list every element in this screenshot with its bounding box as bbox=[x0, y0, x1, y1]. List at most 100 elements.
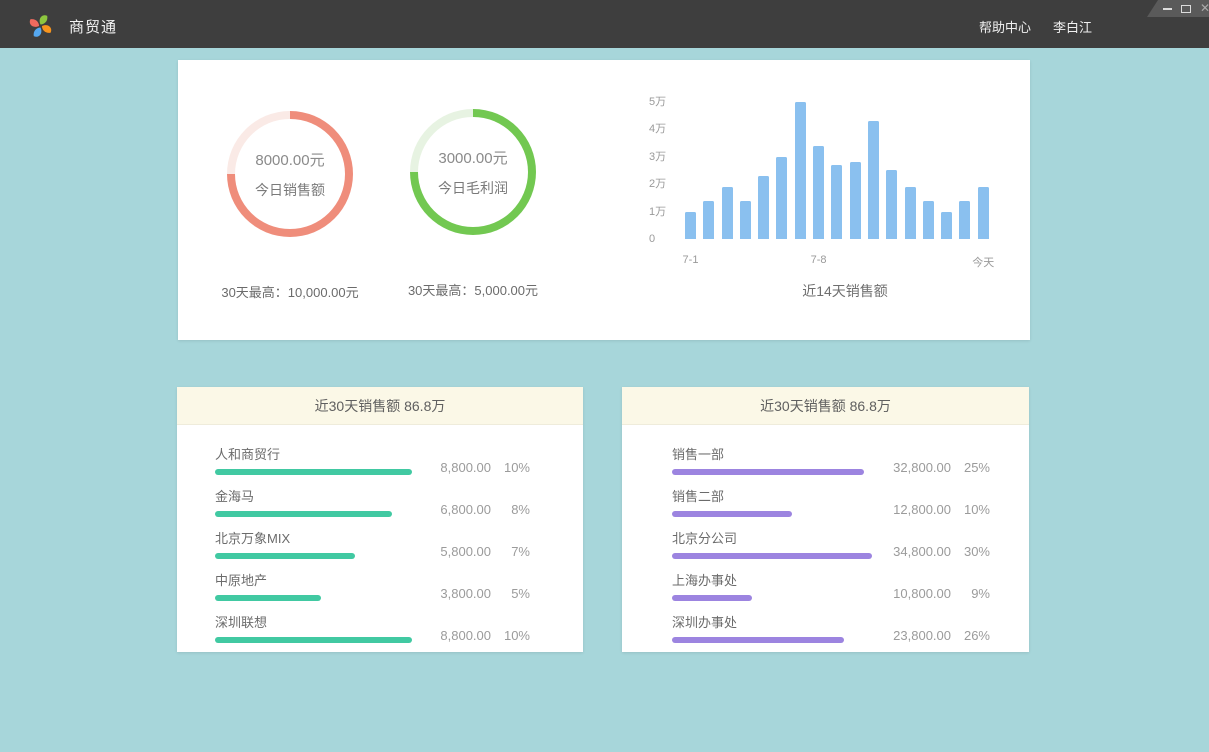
rank-row-left: 上海办事处 bbox=[672, 570, 872, 601]
bar bbox=[740, 201, 751, 240]
today-profit-gauge: 3000.00元 今日毛利润 30天最高：5,000.00元 bbox=[363, 109, 583, 299]
rank-bar bbox=[672, 595, 752, 601]
bar-chart-plot bbox=[685, 85, 989, 239]
rank-row: 人和商贸行8,800.0010% bbox=[177, 444, 583, 475]
rank-bar bbox=[672, 511, 792, 517]
rank-percent: 8% bbox=[502, 502, 530, 517]
rank-value: 8,800.00 bbox=[427, 628, 491, 643]
rank-percent: 26% bbox=[962, 628, 990, 643]
bar bbox=[722, 187, 733, 239]
y-axis-tick: 2万 bbox=[649, 177, 666, 191]
rank-figures: 10,800.009% bbox=[887, 586, 990, 601]
rank-row-left: 金海马 bbox=[215, 486, 412, 517]
y-axis-tick: 0 bbox=[649, 232, 655, 246]
x-axis-tick: 7-8 bbox=[811, 254, 827, 266]
bar bbox=[685, 212, 696, 240]
rank-row: 深圳联想 8,800.0010% bbox=[177, 612, 583, 643]
bar bbox=[795, 102, 806, 240]
bar bbox=[868, 121, 879, 239]
app-title: 商贸通 bbox=[69, 16, 117, 37]
rank-value: 23,800.00 bbox=[887, 628, 951, 643]
rank-row-left: 中原地产 bbox=[215, 570, 412, 601]
rank-percent: 10% bbox=[502, 460, 530, 475]
rank-bar bbox=[672, 553, 872, 559]
bar bbox=[776, 157, 787, 240]
titlebar: 商贸通 帮助中心 李白江 ✕ bbox=[0, 0, 1209, 48]
rank-label: 金海马 bbox=[215, 486, 412, 505]
minimize-icon[interactable] bbox=[1163, 3, 1172, 14]
rank-row: 金海马 6,800.00 8% bbox=[177, 486, 583, 517]
profit-30day-max: 30天最高：5,000.00元 bbox=[363, 280, 583, 299]
rank-figures: 8,800.0010% bbox=[427, 628, 530, 643]
rank-value: 34,800.00 bbox=[887, 544, 951, 559]
rank-label: 深圳办事处 bbox=[672, 612, 872, 631]
help-center-link[interactable]: 帮助中心 bbox=[979, 17, 1031, 36]
rank-figures: 34,800.00 30% bbox=[887, 544, 990, 559]
rank-bar bbox=[672, 637, 844, 643]
bar bbox=[941, 212, 952, 240]
rank-row: 上海办事处 10,800.009% bbox=[622, 570, 1029, 601]
rank-label: 销售二部 bbox=[672, 486, 872, 505]
rank-figures: 6,800.00 8% bbox=[427, 502, 530, 517]
rank-percent: 30% bbox=[962, 544, 990, 559]
rank-bar bbox=[215, 469, 412, 475]
rank-row: 销售二部 12,800.00 10% bbox=[622, 486, 1029, 517]
rank-value: 10,800.00 bbox=[887, 586, 951, 601]
rank-bar bbox=[215, 637, 412, 643]
rank-bar bbox=[215, 553, 355, 559]
bar bbox=[831, 165, 842, 239]
rank-label: 上海办事处 bbox=[672, 570, 872, 589]
rank-row: 深圳办事处 23,800.00 26% bbox=[622, 612, 1029, 643]
user-name-menu[interactable]: 李白江 bbox=[1053, 17, 1092, 36]
today-sales-value: 8000.00元 bbox=[255, 149, 324, 170]
rank-bar bbox=[215, 511, 392, 517]
rank-row-left: 北京分公司 bbox=[672, 528, 872, 559]
y-axis-tick: 4万 bbox=[649, 122, 666, 136]
bar bbox=[886, 170, 897, 239]
x-axis-tick: 7-1 bbox=[683, 254, 699, 266]
rank-label: 销售一部 bbox=[672, 444, 872, 463]
rank-label: 北京分公司 bbox=[672, 528, 872, 547]
rank-percent: 25% bbox=[962, 460, 990, 475]
donut-ring: 3000.00元 今日毛利润 bbox=[410, 109, 536, 235]
today-profit-label: 今日毛利润 bbox=[438, 178, 508, 198]
rank-row: 中原地产 3,800.00 5% bbox=[177, 570, 583, 601]
rank-label: 北京万象MIX bbox=[215, 528, 412, 547]
rank-label: 中原地产 bbox=[215, 570, 412, 589]
customer-sales-panel: 近30天销售额 86.8万 人和商贸行8,800.0010%金海马6,800.0… bbox=[177, 387, 583, 652]
today-profit-value: 3000.00元 bbox=[438, 147, 507, 168]
donut-center: 3000.00元 今日毛利润 bbox=[410, 109, 536, 235]
rank-row-left: 人和商贸行 bbox=[215, 444, 412, 475]
bar bbox=[703, 201, 714, 240]
x-axis-tick: 今天 bbox=[972, 254, 994, 270]
rank-row-left: 销售一部 bbox=[672, 444, 872, 475]
rank-value: 6,800.00 bbox=[427, 502, 491, 517]
sales-14day-chart: 5万4万3万2万1万0 7-17-8今天 近14天销售额 bbox=[608, 85, 1018, 315]
y-axis-tick: 1万 bbox=[649, 205, 666, 219]
rank-row-left: 深圳联想 bbox=[215, 612, 412, 643]
today-summary-panel: 8000.00元 今日销售额 30天最高：10,000.00元 3000.00元… bbox=[178, 60, 1030, 340]
rank-percent: 5% bbox=[502, 586, 530, 601]
maximize-icon[interactable] bbox=[1181, 3, 1191, 14]
rank-row: 北京分公司 34,800.00 30% bbox=[622, 528, 1029, 559]
rank-bar bbox=[215, 595, 321, 601]
department-sales-panel: 近30天销售额 86.8万 销售一部32,800.0025%销售二部12,800… bbox=[622, 387, 1029, 652]
bar bbox=[813, 146, 824, 240]
window-controls: ✕ bbox=[1147, 0, 1209, 17]
customer-panel-title: 近30天销售额 86.8万 bbox=[177, 387, 583, 425]
customer-rank-list: 人和商贸行8,800.0010%金海马6,800.008%北京万象MIX5,80… bbox=[177, 425, 583, 643]
today-sales-label: 今日销售额 bbox=[255, 180, 325, 200]
rank-figures: 3,800.00 5% bbox=[427, 586, 530, 601]
close-icon[interactable]: ✕ bbox=[1200, 3, 1209, 14]
rank-value: 5,800.00 bbox=[427, 544, 491, 559]
rank-value: 12,800.00 bbox=[887, 502, 951, 517]
rank-value: 3,800.00 bbox=[427, 586, 491, 601]
rank-figures: 12,800.00 10% bbox=[887, 502, 990, 517]
rank-percent: 10% bbox=[962, 502, 990, 517]
rank-label: 深圳联想 bbox=[215, 612, 412, 631]
bar bbox=[923, 201, 934, 240]
bar bbox=[850, 162, 861, 239]
rank-bar bbox=[672, 469, 864, 475]
brand: 商贸通 bbox=[28, 0, 117, 50]
department-panel-title: 近30天销售额 86.8万 bbox=[622, 387, 1029, 425]
